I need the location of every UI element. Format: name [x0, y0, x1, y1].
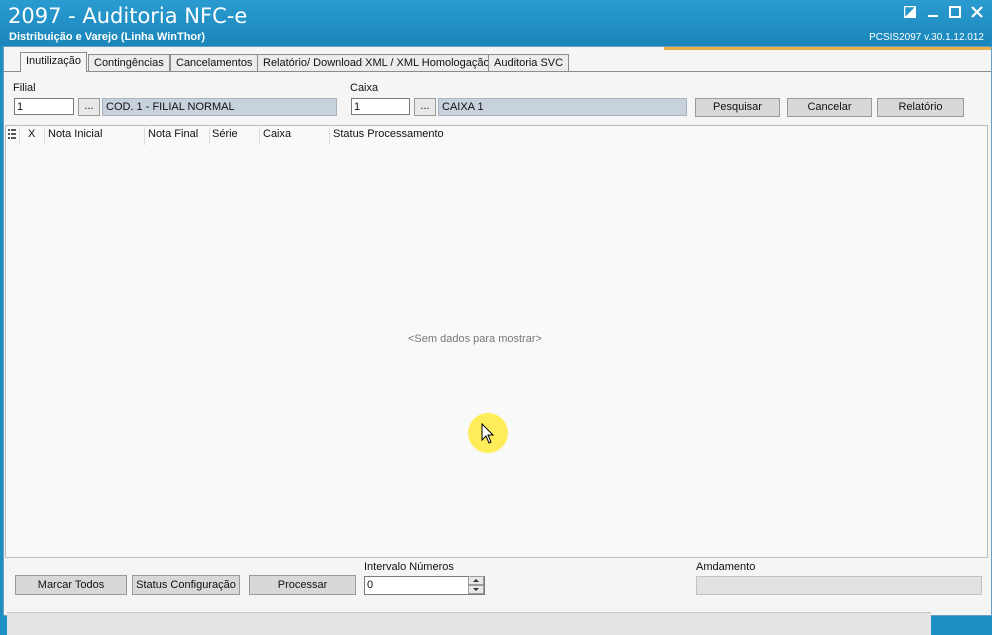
filial-lookup-button[interactable]: ...	[78, 98, 100, 116]
column-separator	[259, 127, 260, 145]
andamento-progress-bar	[696, 576, 982, 595]
intervalo-numeros-label: Intervalo Números	[364, 561, 454, 573]
tab-cancelamentos[interactable]: Cancelamentos	[170, 54, 259, 71]
andamento-label: Amdamento	[696, 561, 756, 573]
column-header-nota-inicial[interactable]: Nota Inicial	[48, 128, 102, 140]
caixa-code-input[interactable]: 1	[351, 98, 410, 115]
main-panel: Inutilização Contingências Cancelamentos…	[3, 46, 992, 635]
window-subtitle: Distribuição e Varejo (Linha WinThor)	[9, 31, 206, 43]
restore-icon[interactable]	[902, 5, 918, 22]
relatorio-button[interactable]: Relatório	[877, 98, 964, 117]
caixa-description: CAIXA 1	[438, 98, 687, 116]
close-icon[interactable]	[969, 6, 985, 22]
minimize-icon[interactable]	[925, 6, 941, 22]
mouse-pointer-icon	[481, 422, 495, 448]
window-title: 2097 - Auditoria NFC-e	[8, 4, 248, 28]
column-separator	[44, 127, 45, 145]
tab-relatorio-download-xml[interactable]: Relatório/ Download XML / XML Homologaçã…	[257, 54, 496, 71]
column-separator	[19, 127, 20, 145]
tab-inutilizacao[interactable]: Inutilização	[20, 52, 88, 72]
column-header-status-processamento[interactable]: Status Processamento	[333, 128, 444, 140]
column-header-nota-final[interactable]: Nota Final	[148, 128, 198, 140]
version-label: PCSIS2097 v.30.1.12.012	[869, 32, 984, 43]
marcar-todos-button[interactable]: Marcar Todos	[15, 575, 127, 595]
pesquisar-button[interactable]: Pesquisar	[695, 98, 780, 117]
column-separator	[329, 127, 330, 145]
column-header-caixa[interactable]: Caixa	[263, 128, 291, 140]
column-header-serie[interactable]: Série	[212, 128, 238, 140]
column-header-x[interactable]: X	[28, 128, 35, 140]
caixa-lookup-button[interactable]: ...	[414, 98, 436, 116]
tab-strip: Inutilização Contingências Cancelamentos…	[4, 51, 991, 72]
accent-bar	[664, 47, 991, 50]
filial-label: Filial	[13, 82, 36, 94]
filial-description: COD. 1 - FILIAL NORMAL	[102, 98, 337, 116]
filial-code-input[interactable]: 1	[14, 98, 74, 115]
intervalo-numeros-input[interactable]: 0	[364, 576, 485, 595]
tab-contingencias[interactable]: Contingências	[88, 54, 170, 71]
maximize-icon[interactable]	[947, 6, 963, 22]
caixa-label: Caixa	[350, 82, 379, 94]
status-configuracao-button[interactable]: Status Configuração	[132, 575, 240, 595]
column-chooser-icon[interactable]	[8, 129, 16, 142]
intervalo-stepper[interactable]	[468, 576, 484, 594]
horizontal-scrollbar[interactable]	[7, 612, 931, 635]
processar-button[interactable]: Processar	[249, 575, 356, 595]
column-separator	[209, 127, 210, 145]
empty-grid-message: <Sem dados para mostrar>	[408, 333, 542, 345]
cancelar-button[interactable]: Cancelar	[787, 98, 872, 117]
tab-auditoria-svc[interactable]: Auditoria SVC	[488, 54, 570, 71]
column-separator	[144, 127, 145, 145]
data-grid[interactable]: X Nota Inicial Nota Final Série Caixa St…	[5, 125, 988, 635]
title-bar: 2097 - Auditoria NFC-e Distribuição e Va…	[0, 0, 992, 46]
